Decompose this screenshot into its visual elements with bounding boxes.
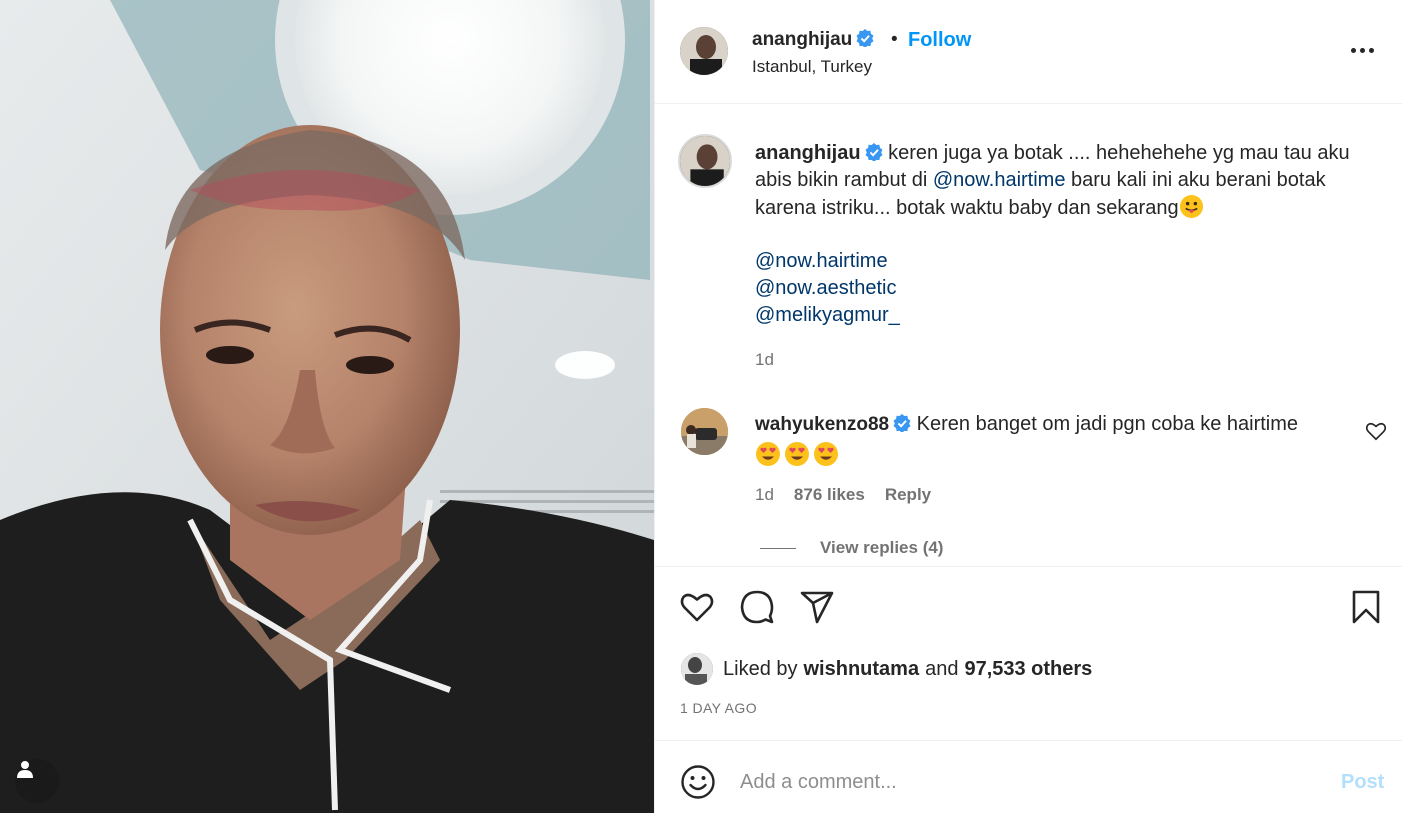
more-options-icon[interactable] [1351, 40, 1381, 60]
liked-by-prefix: Liked by [723, 657, 798, 680]
comment-body: wahyukenzo88 Keren banget om jadi pgn co… [755, 410, 1345, 467]
mention-link[interactable]: @now.aesthetic [755, 275, 900, 302]
liked-by-user[interactable]: wishnutama [804, 658, 920, 681]
post-timestamp[interactable]: 1 DAY AGO [680, 700, 757, 716]
commenter-username[interactable]: wahyukenzo88 [755, 414, 889, 435]
post-photo[interactable] [0, 0, 654, 813]
liked-by-others[interactable]: 97,533 others [964, 658, 1092, 681]
comment-emojis [755, 441, 1345, 467]
heart-eyes-emoji-icon [814, 442, 838, 466]
post-caption: ananghijau keren juga ya botak .... hehe… [755, 140, 1375, 222]
heart-eyes-emoji-icon [785, 442, 809, 466]
post-actions-section: Liked by wishnutama and 97,533 others 1 … [655, 566, 1402, 741]
liked-by-summary[interactable]: Liked by wishnutama and 97,533 others [681, 653, 1098, 685]
selfie-image [0, 0, 654, 813]
mention-link[interactable]: @now.hairtime [755, 248, 900, 275]
caption-mention-link[interactable]: @now.hairtime [933, 169, 1066, 191]
separator-dot: • [891, 29, 898, 50]
comment-composer: Post [655, 742, 1402, 813]
mention-link[interactable]: @melikyagmur_ [755, 302, 900, 329]
heart-icon[interactable] [679, 589, 715, 625]
user-tag-button[interactable] [15, 759, 59, 803]
comment-meta: 1d 876 likes Reply [755, 485, 931, 505]
caption-timestamp[interactable]: 1d [755, 350, 774, 370]
liked-by-and: and [925, 657, 959, 680]
comment-like-heart-icon[interactable] [1365, 420, 1387, 442]
verified-badge-icon [893, 414, 911, 432]
comment-likes-count[interactable]: 876 likes [794, 485, 865, 505]
replies-divider-line [760, 547, 796, 549]
verified-badge-icon [865, 143, 883, 161]
follow-button[interactable]: Follow [908, 29, 971, 52]
post-location[interactable]: Istanbul, Turkey [752, 57, 872, 77]
comment-text: Keren banget om jadi pgn coba ke hairtim… [916, 413, 1299, 435]
caption-author-avatar[interactable] [678, 134, 732, 188]
author-avatar[interactable] [680, 27, 728, 75]
view-replies-button[interactable]: View replies (4) [760, 538, 943, 558]
add-comment-input[interactable] [740, 764, 1300, 800]
comment-bubble-icon[interactable] [739, 589, 775, 625]
paper-plane-icon[interactable] [799, 589, 835, 625]
tongue-out-emoji-icon [1179, 194, 1203, 219]
post-comment-button[interactable]: Post [1341, 771, 1384, 794]
user-tag-icon [17, 761, 33, 778]
view-replies-label: View replies (4) [820, 538, 944, 557]
bookmark-icon[interactable] [1348, 589, 1384, 625]
commenter-avatar[interactable] [681, 408, 728, 455]
caption-mentions: @now.hairtime @now.aesthetic @melikyagmu… [755, 248, 900, 329]
smiley-icon[interactable] [680, 764, 716, 800]
caption-username[interactable]: ananghijau [755, 142, 861, 164]
author-username[interactable]: ananghijau [752, 29, 874, 51]
comment-timestamp[interactable]: 1d [755, 485, 774, 505]
reply-button[interactable]: Reply [885, 485, 931, 505]
liker-avatar[interactable] [681, 653, 713, 685]
heart-eyes-emoji-icon [756, 442, 780, 466]
post-details-panel: ananghijau • Follow Istanbul, Turkey ana… [654, 0, 1402, 813]
post-header: ananghijau • Follow Istanbul, Turkey [655, 0, 1402, 104]
verified-badge-icon [856, 29, 874, 47]
